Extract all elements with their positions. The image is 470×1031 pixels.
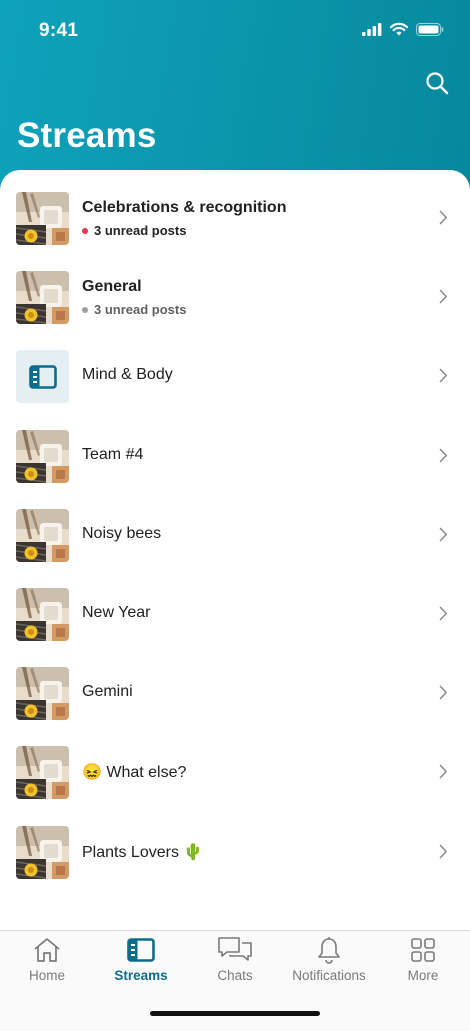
streams-list: Celebrations & recognition 3 unread posts… bbox=[0, 170, 470, 930]
chats-icon bbox=[188, 935, 282, 965]
chevron-right-icon bbox=[439, 606, 448, 626]
stream-title: Team #4 bbox=[82, 445, 144, 463]
stream-thumbnail bbox=[16, 667, 69, 721]
unread-label: 3 unread posts bbox=[94, 302, 187, 318]
chevron-right-icon bbox=[439, 289, 448, 309]
cellular-signal-icon bbox=[362, 22, 382, 41]
tab-label: Streams bbox=[114, 968, 168, 983]
chevron-right-icon bbox=[439, 448, 448, 468]
stream-row[interactable]: Gemini bbox=[0, 645, 470, 724]
unread-count: 3 unread posts bbox=[82, 223, 186, 238]
tab-label: Home bbox=[28, 968, 65, 983]
stream-row[interactable]: Noisy bees bbox=[0, 487, 470, 566]
tab-more[interactable]: More bbox=[376, 931, 470, 991]
grid-icon bbox=[376, 935, 470, 965]
stream-title: General bbox=[82, 278, 142, 296]
page-title: Streams bbox=[17, 116, 157, 155]
chevron-right-icon bbox=[439, 527, 448, 547]
stream-thumbnail bbox=[16, 825, 69, 879]
search-button[interactable] bbox=[422, 70, 452, 100]
unread-dot bbox=[82, 227, 88, 234]
stream-row[interactable]: Celebrations & recognition 3 unread posts bbox=[0, 170, 470, 249]
tab-home[interactable]: Home bbox=[0, 931, 94, 991]
stream-thumbnail bbox=[16, 746, 69, 800]
search-icon bbox=[425, 71, 449, 100]
tab-label: Notifications bbox=[292, 968, 366, 983]
unread-dot bbox=[82, 306, 88, 313]
stream-row[interactable]: Mind & Body bbox=[0, 328, 470, 407]
stream-title: 😖 What else? bbox=[82, 764, 187, 782]
stream-row[interactable]: New Year bbox=[0, 566, 470, 645]
chevron-right-icon bbox=[439, 210, 448, 230]
stream-title: Gemini bbox=[82, 683, 133, 701]
stream-title: Noisy bees bbox=[82, 524, 162, 542]
unread-count: 3 unread posts bbox=[82, 302, 186, 317]
stream-thumbnail bbox=[16, 192, 69, 245]
stream-thumbnail bbox=[16, 429, 69, 483]
chevron-right-icon bbox=[439, 764, 448, 784]
status-icons bbox=[362, 22, 444, 41]
home-icon bbox=[0, 935, 94, 965]
tab-streams[interactable]: Streams bbox=[94, 931, 188, 991]
stream-title: Plants Lovers 🌵 bbox=[82, 843, 204, 861]
tab-label: More bbox=[407, 968, 439, 983]
chevron-right-icon bbox=[439, 844, 448, 864]
tab-notifications[interactable]: Notifications bbox=[282, 931, 376, 991]
stream-row[interactable]: Team #4 bbox=[0, 408, 470, 487]
streams-icon bbox=[28, 365, 57, 389]
bell-icon bbox=[282, 935, 376, 965]
stream-title: Celebrations & recognition bbox=[82, 199, 287, 216]
battery-icon bbox=[416, 22, 444, 41]
chevron-right-icon bbox=[439, 368, 448, 388]
tab-chats[interactable]: Chats bbox=[188, 931, 282, 991]
stream-title: Mind & Body bbox=[82, 366, 173, 384]
status-bar: 9:41 bbox=[0, 0, 470, 64]
status-time: 9:41 bbox=[39, 20, 79, 41]
stream-row[interactable]: 😖 What else? bbox=[0, 724, 470, 803]
wifi-icon bbox=[389, 22, 409, 41]
stream-row[interactable]: General 3 unread posts bbox=[0, 249, 470, 328]
home-indicator bbox=[150, 1011, 320, 1016]
streams-icon bbox=[94, 935, 188, 965]
stream-row[interactable]: Plants Lovers 🌵 bbox=[0, 804, 470, 883]
stream-tile-icon bbox=[16, 350, 69, 404]
tab-label: Chats bbox=[217, 968, 253, 983]
unread-label: 3 unread posts bbox=[94, 223, 187, 238]
chevron-right-icon bbox=[439, 685, 448, 705]
stream-thumbnail bbox=[16, 271, 69, 325]
stream-title: New Year bbox=[82, 604, 151, 621]
stream-thumbnail bbox=[16, 588, 69, 641]
stream-thumbnail bbox=[16, 508, 69, 562]
